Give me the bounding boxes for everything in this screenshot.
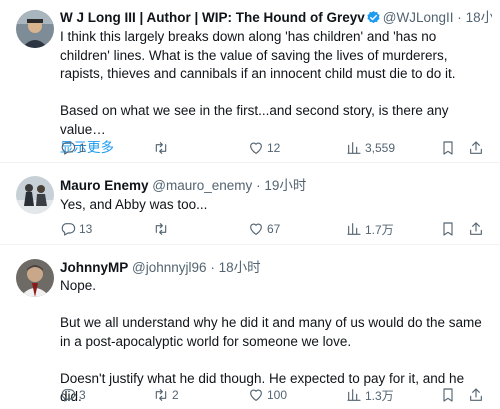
display-name[interactable]: W J Long III | Author | WIP: The Hound o…: [60, 10, 365, 25]
separator-dot: ·: [210, 260, 215, 275]
bookmark-icon: [443, 141, 453, 155]
bookmark-button[interactable]: [440, 139, 456, 157]
tweet-actions: 13 67 1.7万: [60, 220, 490, 238]
retweet-icon: [155, 142, 167, 154]
reply-button[interactable]: 3: [60, 386, 86, 404]
bookmark-icon: [443, 388, 453, 402]
like-count: 67: [267, 222, 281, 236]
like-button[interactable]: 12: [248, 139, 280, 157]
bookmark-button[interactable]: [440, 386, 456, 404]
views-icon: [347, 223, 361, 235]
avatar[interactable]: [16, 10, 54, 48]
retweet-button[interactable]: 2: [153, 386, 179, 404]
tweet[interactable]: W J Long III | Author | WIP: The Hound o…: [0, 0, 500, 163]
heart-icon: [250, 223, 262, 235]
views-icon: [347, 142, 361, 154]
display-name[interactable]: JohnnyMP: [60, 260, 128, 275]
like-button[interactable]: 100: [248, 386, 287, 404]
reply-count: 13: [79, 222, 93, 236]
heart-icon: [250, 142, 262, 154]
timestamp[interactable]: 19小时: [264, 178, 306, 193]
like-count: 100: [267, 388, 288, 402]
heart-icon: [250, 389, 262, 401]
tweet-paragraph: Nope.: [60, 278, 97, 293]
views-count: 1.7万: [365, 222, 394, 237]
views-count: 3,559: [365, 141, 396, 155]
views-button[interactable]: 1.7万: [346, 220, 394, 238]
retweet-count: 2: [172, 388, 179, 402]
views-button[interactable]: 3,559: [346, 139, 395, 157]
tweet-paragraph: Based on what we see in the first...and …: [60, 103, 449, 137]
share-icon: [470, 222, 482, 235]
reply-icon: [61, 223, 76, 236]
tweet-text: Yes, and Abby was too...: [60, 196, 486, 215]
tweet-paragraph: But we all understand why he did it and …: [60, 315, 482, 349]
reply-icon: [61, 142, 76, 155]
avatar[interactable]: [16, 176, 54, 214]
separator-dot: ·: [256, 178, 261, 193]
reply-count: 3: [79, 388, 86, 402]
views-icon: [347, 389, 361, 401]
timestamp[interactable]: 18小时: [219, 260, 261, 275]
tweet-paragraph: Yes, and Abby was too...: [60, 197, 208, 212]
reply-button[interactable]: 1: [60, 139, 86, 157]
tweet-actions: 1 12 3,559: [60, 139, 490, 157]
reply-button[interactable]: 13: [60, 220, 92, 238]
separator-dot: ·: [457, 10, 462, 25]
reply-count: 1: [79, 141, 86, 155]
like-button[interactable]: 67: [248, 220, 280, 238]
retweet-icon: [155, 389, 167, 401]
share-button[interactable]: [468, 386, 484, 404]
like-count: 12: [267, 141, 281, 155]
avatar[interactable]: [16, 259, 54, 297]
user-handle[interactable]: @johnnyjl96: [132, 260, 207, 275]
share-icon: [470, 141, 482, 154]
user-handle[interactable]: @WJLongII: [383, 10, 454, 25]
bookmark-button[interactable]: [440, 220, 456, 238]
share-button[interactable]: [468, 220, 484, 238]
tweet-actions: 3 2 100 1.3万: [60, 386, 490, 404]
user-handle[interactable]: @mauro_enemy: [152, 178, 252, 193]
bookmark-icon: [443, 222, 453, 236]
retweet-button[interactable]: [153, 220, 172, 238]
verified-badge-icon: [366, 10, 381, 30]
timestamp[interactable]: 18小时: [466, 10, 492, 25]
share-icon: [470, 388, 482, 401]
reply-icon: [61, 389, 76, 402]
retweet-icon: [155, 223, 167, 235]
tweet[interactable]: JohnnyMP @johnnyjl96 · 18小时 Nope. But we…: [0, 245, 500, 409]
retweet-button[interactable]: [153, 139, 172, 157]
tweet-paragraph: I think this largely breaks down along '…: [60, 29, 456, 81]
display-name[interactable]: Mauro Enemy: [60, 178, 149, 193]
views-count: 1.3万: [365, 388, 394, 403]
share-button[interactable]: [468, 139, 484, 157]
views-button[interactable]: 1.3万: [346, 386, 394, 404]
tweet[interactable]: Mauro Enemy @mauro_enemy · 19小时 Yes, and…: [0, 163, 500, 245]
